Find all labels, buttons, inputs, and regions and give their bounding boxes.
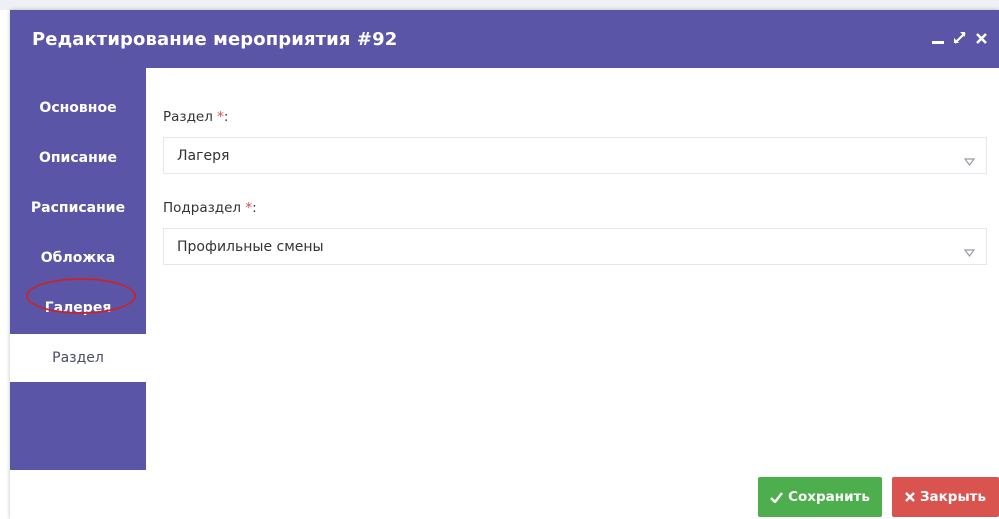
label-colon: : bbox=[252, 200, 257, 216]
minimize-icon[interactable] bbox=[928, 27, 947, 49]
section-label-text: Раздел bbox=[163, 109, 213, 125]
section-select[interactable]: Лагеря bbox=[163, 137, 987, 174]
caret-down-icon bbox=[963, 151, 976, 170]
sidebar-item-description[interactable]: Описание bbox=[10, 134, 146, 182]
sidebar-item-gallery[interactable]: Галерея bbox=[10, 284, 146, 332]
sidebar-item-section[interactable]: Раздел bbox=[10, 334, 146, 382]
page-background bbox=[0, 0, 999, 10]
dialog-title: Редактирование мероприятия #92 bbox=[32, 29, 398, 50]
subsection-select-value: Профильные смены bbox=[177, 238, 324, 255]
window-controls bbox=[925, 26, 991, 50]
section-field-label: Раздел *: bbox=[163, 109, 228, 125]
save-button[interactable]: Сохранить bbox=[758, 477, 882, 517]
save-button-label: Сохранить bbox=[788, 489, 870, 505]
sidebar-item-label: Обложка bbox=[40, 250, 116, 266]
close-button[interactable]: Закрыть bbox=[892, 477, 999, 517]
sidebar-item-label: Основное bbox=[39, 100, 117, 116]
sidebar-item-cover[interactable]: Обложка bbox=[10, 234, 146, 282]
sidebar-item-label: Расписание bbox=[30, 200, 126, 216]
sidebar-item-label: Раздел bbox=[52, 350, 104, 366]
dialog-sidebar: Основное Описание Расписание Обложка Гал… bbox=[10, 68, 146, 470]
sidebar-item-label: Галерея bbox=[44, 300, 112, 316]
sidebar-item-schedule[interactable]: Расписание bbox=[10, 184, 146, 232]
maximize-icon[interactable] bbox=[950, 27, 969, 49]
subsection-field-label: Подраздел *: bbox=[163, 200, 257, 216]
sidebar-item-label: Описание bbox=[38, 150, 118, 166]
close-button-label: Закрыть bbox=[919, 489, 987, 505]
check-icon bbox=[770, 491, 784, 503]
caret-down-icon bbox=[963, 242, 976, 261]
edit-event-dialog: Редактирование мероприятия #92 Основное … bbox=[10, 10, 999, 519]
section-select-value: Лагеря bbox=[177, 147, 230, 164]
label-colon: : bbox=[223, 109, 229, 125]
sidebar-item-main[interactable]: Основное bbox=[10, 84, 146, 132]
subsection-label-text: Подраздел bbox=[163, 200, 242, 216]
subsection-select[interactable]: Профильные смены bbox=[163, 228, 987, 265]
dialog-titlebar[interactable]: Редактирование мероприятия #92 bbox=[10, 10, 999, 68]
x-icon bbox=[905, 492, 915, 502]
close-icon[interactable] bbox=[972, 27, 991, 49]
required-mark: * bbox=[217, 109, 224, 125]
